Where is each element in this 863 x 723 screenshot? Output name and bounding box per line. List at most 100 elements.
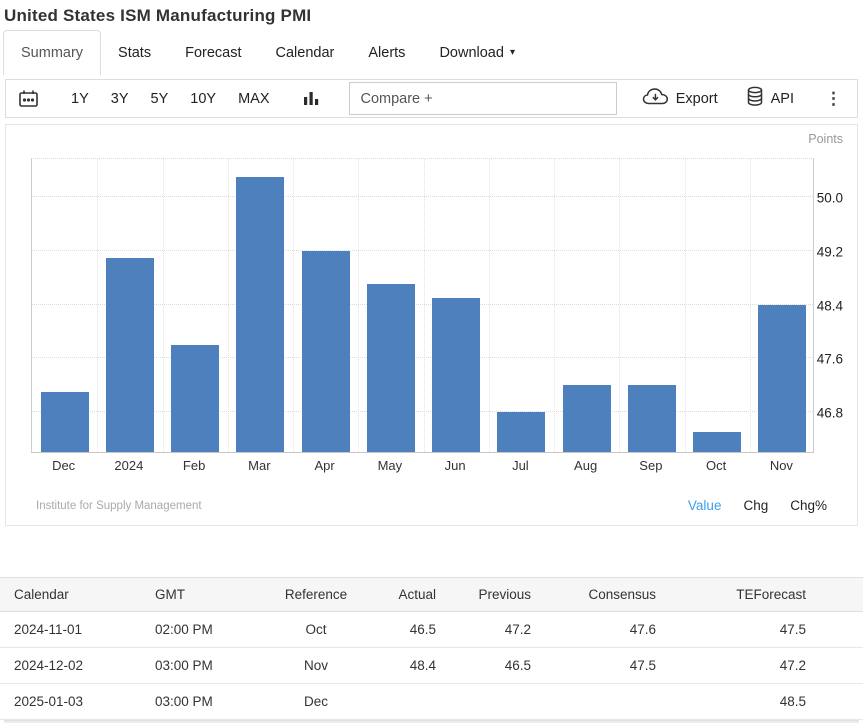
chart-card: Points Dec2024FebMarAprMayJunJulAugSepOc… <box>5 124 858 526</box>
source-attribution: Institute for Supply Management <box>36 500 202 512</box>
cell-teforecast: 47.5 <box>656 612 863 648</box>
bar-may[interactable] <box>367 284 415 452</box>
y-axis-tick-label: 48.4 <box>817 298 843 313</box>
bar-sep[interactable] <box>628 385 676 452</box>
x-axis-label-mar: Mar <box>248 458 270 473</box>
column-header-consensus: Consensus <box>531 578 656 612</box>
chart-toolbar: 1Y 3Y 5Y 10Y MAX Export <box>5 79 858 118</box>
x-axis-label-sep: Sep <box>639 458 662 473</box>
bar-dec[interactable] <box>41 392 89 452</box>
y-axis-tick-label: 49.2 <box>817 244 843 259</box>
caret-down-icon: ▾ <box>510 48 515 58</box>
cell-previous: 47.2 <box>436 612 531 648</box>
gridline-vertical <box>489 159 490 452</box>
bar-2024[interactable] <box>106 258 154 452</box>
cell-consensus: 47.6 <box>531 612 656 648</box>
cell-calendar: 2025-01-03 <box>0 684 141 720</box>
range-button-3y[interactable]: 3Y <box>111 91 129 107</box>
gridline-vertical <box>554 159 555 452</box>
api-label: API <box>771 91 794 107</box>
cell-consensus <box>531 684 656 720</box>
cell-previous: 46.5 <box>436 648 531 684</box>
cell-teforecast: 47.2 <box>656 648 863 684</box>
bar-jul[interactable] <box>497 412 545 452</box>
cell-consensus: 47.5 <box>531 648 656 684</box>
range-button-max[interactable]: MAX <box>238 91 269 107</box>
gridline-vertical <box>163 159 164 452</box>
cell-reference: Dec <box>261 684 371 720</box>
cell-actual: 48.4 <box>371 648 436 684</box>
export-button[interactable]: Export <box>642 87 718 110</box>
tab-download[interactable]: Download▾ <box>422 30 532 75</box>
table-row[interactable]: 2024-11-0102:00 PMOct46.547.247.647.5 <box>0 612 863 648</box>
column-header-calendar: Calendar <box>0 578 141 612</box>
range-button-10y[interactable]: 10Y <box>190 91 216 107</box>
cell-gmt: 02:00 PM <box>141 612 261 648</box>
range-button-1y[interactable]: 1Y <box>71 91 89 107</box>
x-axis-label-jul: Jul <box>512 458 529 473</box>
tab-summary[interactable]: Summary <box>3 30 101 75</box>
x-axis-label-aug: Aug <box>574 458 597 473</box>
bar-chart-plot-area <box>31 158 814 453</box>
bar-feb[interactable] <box>171 345 219 452</box>
bar-jun[interactable] <box>432 298 480 452</box>
range-button-5y[interactable]: 5Y <box>151 91 169 107</box>
api-button[interactable]: API <box>746 86 794 111</box>
bar-mar[interactable] <box>236 177 284 452</box>
x-axis-labels: Dec2024FebMarAprMayJunJulAugSepOctNov <box>31 458 814 476</box>
database-icon <box>746 86 764 111</box>
cloud-download-icon <box>642 87 669 110</box>
column-header-gmt: GMT <box>141 578 261 612</box>
page-title: United States ISM Manufacturing PMI <box>0 0 863 28</box>
gridline-vertical <box>619 159 620 452</box>
y-axis-unit-label: Points <box>808 132 843 146</box>
cell-reference: Nov <box>261 648 371 684</box>
column-header-previous: Previous <box>436 578 531 612</box>
x-axis-label-nov: Nov <box>770 458 793 473</box>
y-axis-tick-label: 46.8 <box>817 405 843 420</box>
gridline-vertical <box>750 159 751 452</box>
column-header-reference: Reference <box>261 578 371 612</box>
tab-stats[interactable]: Stats <box>101 30 168 75</box>
cell-gmt: 03:00 PM <box>141 684 261 720</box>
table-row[interactable]: 2025-01-0303:00 PMDec 48.5 <box>0 684 863 720</box>
bar-oct[interactable] <box>693 432 741 452</box>
bar-aug[interactable] <box>563 385 611 452</box>
compare-input[interactable] <box>349 82 617 115</box>
series-toggle-chg[interactable]: Chg <box>743 498 768 513</box>
tab-label: Stats <box>118 45 151 61</box>
series-toggle-chg-[interactable]: Chg% <box>790 498 827 513</box>
x-axis-label-feb: Feb <box>183 458 205 473</box>
calendar-icon[interactable] <box>18 89 39 109</box>
column-header-actual: Actual <box>371 578 436 612</box>
toolbar-right: Export API ⋮ <box>642 86 845 111</box>
gridline-vertical <box>293 159 294 452</box>
x-axis-label-apr: Apr <box>315 458 335 473</box>
export-label: Export <box>676 91 718 107</box>
series-toggles: Value Chg Chg% <box>688 498 827 513</box>
tab-alerts[interactable]: Alerts <box>351 30 422 75</box>
x-axis-label-may: May <box>378 458 403 473</box>
bar-nov[interactable] <box>758 305 806 453</box>
cell-teforecast: 48.5 <box>656 684 863 720</box>
range-buttons: 1Y 3Y 5Y 10Y MAX <box>71 91 269 107</box>
kebab-menu-icon[interactable]: ⋮ <box>822 89 845 109</box>
table-row[interactable]: 2024-12-0203:00 PMNov48.446.547.547.2 <box>0 648 863 684</box>
x-axis-label-oct: Oct <box>706 458 726 473</box>
x-axis-label-dec: Dec <box>52 458 75 473</box>
table-header-row: CalendarGMTReferenceActualPreviousConsen… <box>0 578 863 612</box>
cell-calendar: 2024-11-01 <box>0 612 141 648</box>
gridline-horizontal <box>32 250 813 251</box>
tab-calendar[interactable]: Calendar <box>259 30 352 75</box>
calendar-table: CalendarGMTReferenceActualPreviousConsen… <box>0 577 863 720</box>
gridline-vertical <box>97 159 98 452</box>
cell-actual: 46.5 <box>371 612 436 648</box>
tab-bar: Summary Stats ForecastCalendarAlertsDownlo… <box>0 30 863 75</box>
cell-calendar: 2024-12-02 <box>0 648 141 684</box>
tab-forecast[interactable]: Forecast <box>168 30 258 75</box>
cell-reference: Oct <box>261 612 371 648</box>
cell-gmt: 03:00 PM <box>141 648 261 684</box>
series-toggle-value[interactable]: Value <box>688 498 722 513</box>
bar-apr[interactable] <box>302 251 350 452</box>
column-chart-icon[interactable] <box>301 89 321 109</box>
